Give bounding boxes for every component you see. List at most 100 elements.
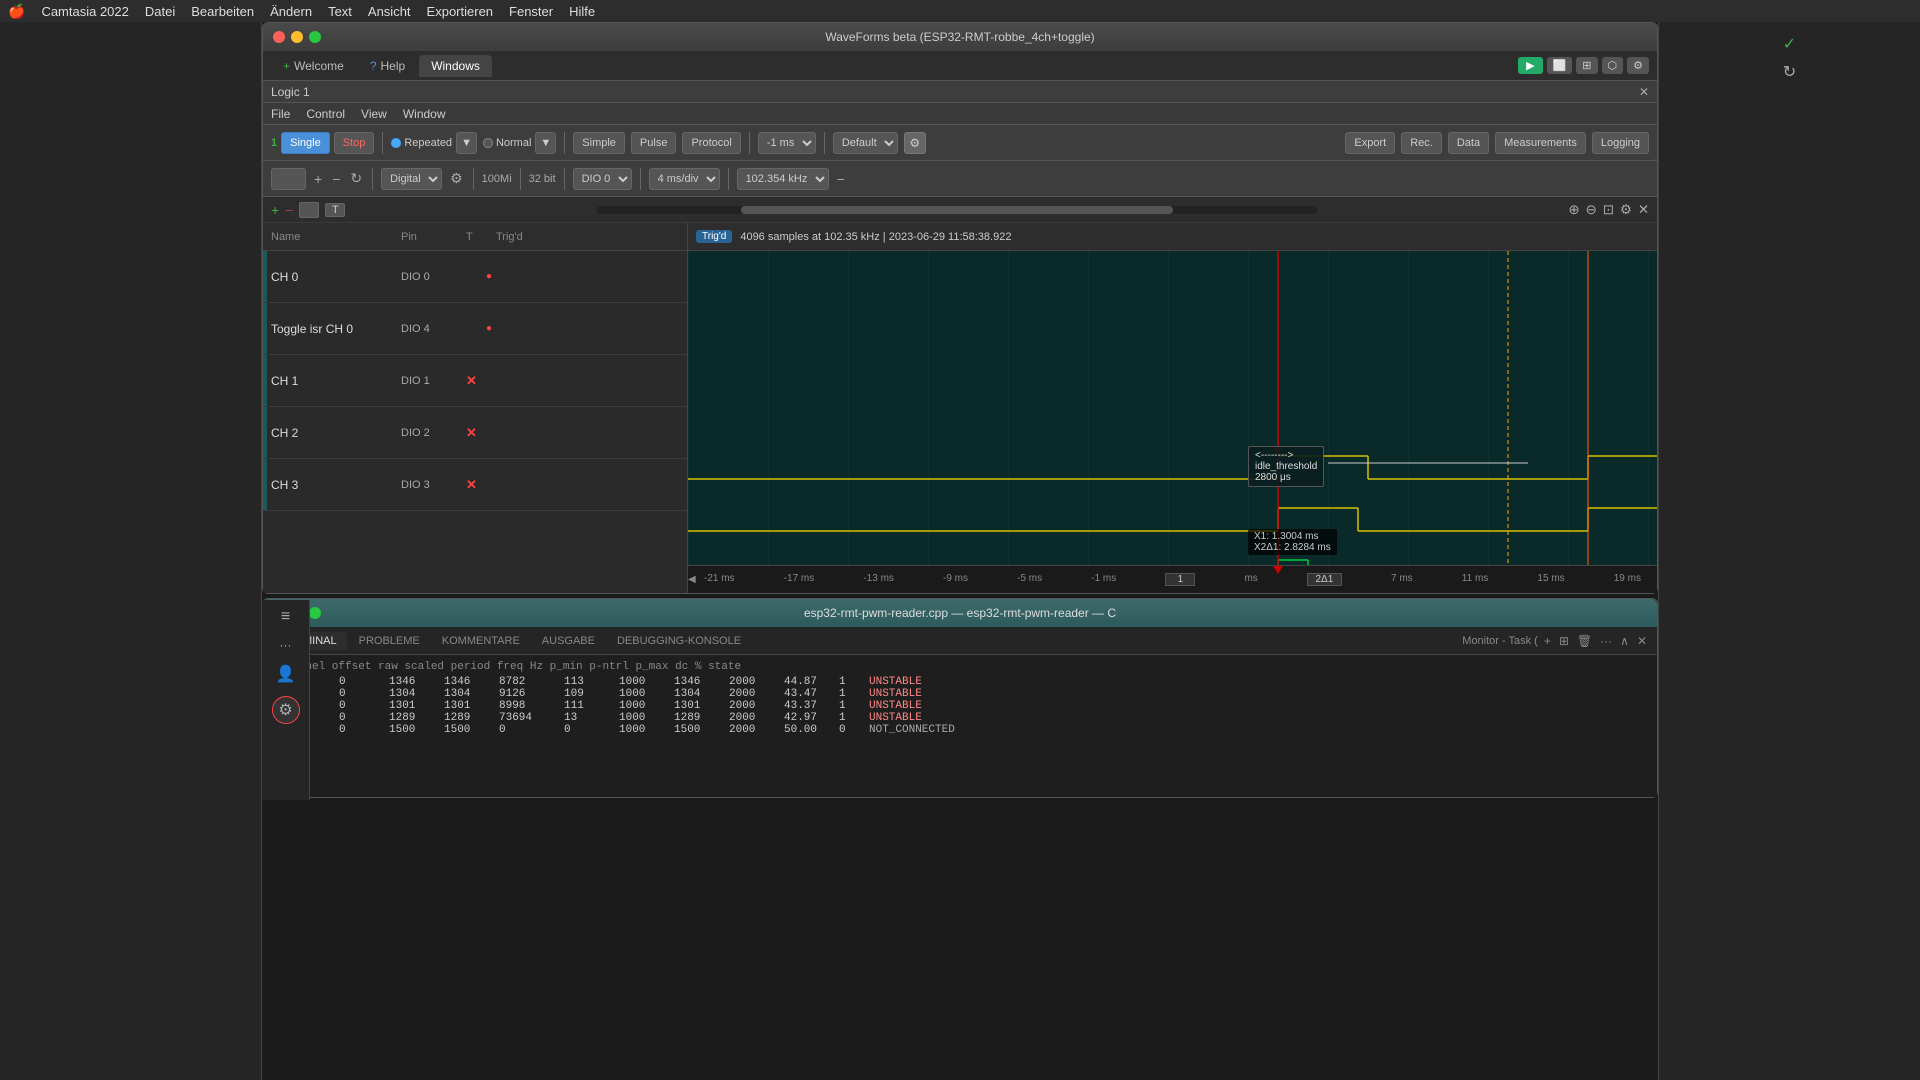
maximize-button[interactable] (309, 31, 321, 43)
cursor-labels: X1: 1.3004 ms X2Δ1: 2.8284 ms (1248, 529, 1337, 555)
term-tab-ausgabe[interactable]: AUSGABE (532, 632, 605, 650)
timeline-labels: -21 ms -17 ms -13 ms -9 ms -5 ms -1 ms m… (692, 573, 1653, 586)
time-select[interactable]: -1 ms (758, 132, 816, 154)
menu-view[interactable]: View (361, 107, 387, 121)
simple-button[interactable]: Simple (573, 132, 625, 154)
settings-icon[interactable]: ⚙ (448, 170, 465, 187)
menu-window[interactable]: Window (403, 107, 446, 121)
bottom-sidebar: ≡ ··· 👤 ⚙ (262, 600, 310, 800)
term-btn-minimize[interactable]: ∧ (1618, 634, 1631, 648)
logic-close[interactable]: ✕ (1639, 85, 1649, 99)
tab-welcome[interactable]: + Welcome (271, 55, 356, 77)
fit-btn[interactable]: ⊡ (1603, 202, 1614, 218)
minimize-button[interactable] (291, 31, 303, 43)
tab-action-2[interactable]: ⊞ (1576, 57, 1597, 74)
zoom-in-btn[interactable]: ⊕ (1568, 202, 1579, 218)
repeated-dropdown[interactable]: ▼ (456, 132, 477, 154)
single-button[interactable]: Single (281, 132, 330, 154)
separator-5 (372, 168, 373, 190)
zoom-out-btn[interactable]: ⊖ (1586, 202, 1597, 218)
term-tab-probleme[interactable]: PROBLEME (349, 632, 430, 650)
export-button[interactable]: Export (1345, 132, 1395, 154)
delta-input[interactable] (1307, 573, 1342, 586)
window-title: WaveForms beta (ESP32-RMT-robbe_4ch+togg… (825, 30, 1094, 44)
menu-hilfe[interactable]: Hilfe (569, 4, 595, 19)
sidebar-icon-spinner[interactable]: ↻ (1783, 62, 1796, 82)
right-sidebar: ✓ ↻ (1658, 22, 1920, 1080)
settings2-btn[interactable]: ⚙ (1620, 202, 1632, 218)
close2-btn[interactable]: ✕ (1638, 202, 1649, 218)
close-button[interactable] (273, 31, 285, 43)
menu-bearbeiten[interactable]: Bearbeiten (191, 4, 254, 19)
channel-label-input[interactable] (325, 203, 345, 217)
logic-window: Logic 1 ✕ File Control View Window 1 Sin… (263, 81, 1657, 593)
msdiv-select[interactable]: 4 ms/div (649, 168, 720, 190)
timeline-input[interactable] (1165, 573, 1195, 586)
menu-ansicht[interactable]: Ansicht (368, 4, 411, 19)
terminal-maximize-btn[interactable] (309, 607, 321, 619)
channel-color-button[interactable] (299, 202, 319, 218)
apple-icon[interactable]: 🍎 (8, 3, 25, 20)
toolbar-row2: 10 + − ↻ Digital ⚙ 100Mi 32 bit DIO 0 4 … (263, 161, 1657, 197)
stop-button[interactable]: Stop (334, 132, 375, 154)
scroll-left[interactable]: ◀ (688, 574, 696, 585)
tab-action-3[interactable]: ⬡ (1602, 57, 1624, 74)
freq-select[interactable]: 102.354 kHz (737, 168, 829, 190)
data-button[interactable]: Data (1448, 132, 1489, 154)
tab-action-gear[interactable]: ⚙ (1627, 57, 1649, 74)
rec-button[interactable]: Rec. (1401, 132, 1442, 154)
protocol-button[interactable]: Protocol (682, 132, 740, 154)
scroll-thumb[interactable] (741, 206, 1173, 214)
count-input[interactable]: 10 (271, 168, 306, 190)
tab-action-green[interactable]: ▶ (1518, 57, 1542, 74)
gear-button[interactable]: ⚙ (904, 132, 926, 154)
menu-text[interactable]: Text (328, 4, 352, 19)
digital-select[interactable]: Digital (381, 168, 442, 190)
minus2-icon[interactable]: − (835, 171, 847, 187)
normal-group: Normal ▼ (483, 132, 556, 154)
logging-button[interactable]: Logging (1592, 132, 1649, 154)
sidebar-dots-btn[interactable]: ··· (280, 638, 292, 652)
window-titlebar: WaveForms beta (ESP32-RMT-robbe_4ch+togg… (263, 23, 1657, 51)
repeated-radio[interactable]: Repeated (391, 137, 452, 149)
term-btn-dots[interactable]: ··· (1598, 634, 1614, 648)
menu-fenster[interactable]: Fenster (509, 4, 553, 19)
term-btn-trash[interactable]: 🗑 (1575, 634, 1594, 648)
terminal-window: esp32-rmt-pwm-reader.cpp — esp32-rmt-pwm… (262, 598, 1658, 798)
sidebar-user-btn[interactable]: 👤 (276, 664, 296, 684)
default-select[interactable]: Default (833, 132, 898, 154)
menu-exportieren[interactable]: Exportieren (427, 4, 493, 19)
ch1-name: CH 1 (271, 374, 401, 388)
logic-title: Logic 1 (271, 85, 310, 99)
add-channel-button[interactable]: + (271, 202, 279, 218)
waveform-area[interactable]: <--------> idle_threshold 2800 μs X1: 1.… (688, 251, 1657, 565)
plus-icon[interactable]: + (312, 171, 324, 187)
term-btn-close[interactable]: ✕ (1635, 634, 1649, 648)
sidebar-gear2-btn[interactable]: ⚙ (272, 696, 300, 724)
dio-select[interactable]: DIO 0 (573, 168, 632, 190)
normal-dropdown[interactable]: ▼ (535, 132, 556, 154)
tab-windows[interactable]: Windows (419, 55, 492, 77)
term-tab-debug[interactable]: DEBUGGING-KONSOLE (607, 632, 751, 650)
normal-radio[interactable]: Normal (483, 137, 531, 149)
menu-andern[interactable]: Ändern (270, 4, 312, 19)
tab-action-1[interactable]: ⬜ (1547, 57, 1573, 74)
menu-control[interactable]: Control (306, 107, 345, 121)
measurements-button[interactable]: Measurements (1495, 132, 1586, 154)
refresh-icon[interactable]: ↻ (348, 170, 364, 187)
minus-icon[interactable]: − (330, 171, 342, 187)
sidebar-icon-check[interactable]: ✓ (1783, 34, 1796, 54)
remove-channel-button[interactable]: − (285, 202, 293, 218)
menu-datei[interactable]: Datei (145, 4, 175, 19)
menu-app[interactable]: Camtasia 2022 (41, 4, 128, 19)
ch2-x: ✕ (466, 425, 486, 441)
ch0-name: CH 0 (271, 270, 401, 284)
col-t: T (466, 231, 496, 243)
menu-file[interactable]: File (271, 107, 290, 121)
term-btn-2[interactable]: ⊞ (1557, 634, 1571, 648)
term-tab-kommentare[interactable]: KOMMENTARE (432, 632, 530, 650)
pulse-button[interactable]: Pulse (631, 132, 677, 154)
tab-help[interactable]: ? Help (358, 55, 417, 77)
term-btn-1[interactable]: + (1542, 634, 1553, 648)
sidebar-menu-btn[interactable]: ≡ (281, 608, 290, 626)
